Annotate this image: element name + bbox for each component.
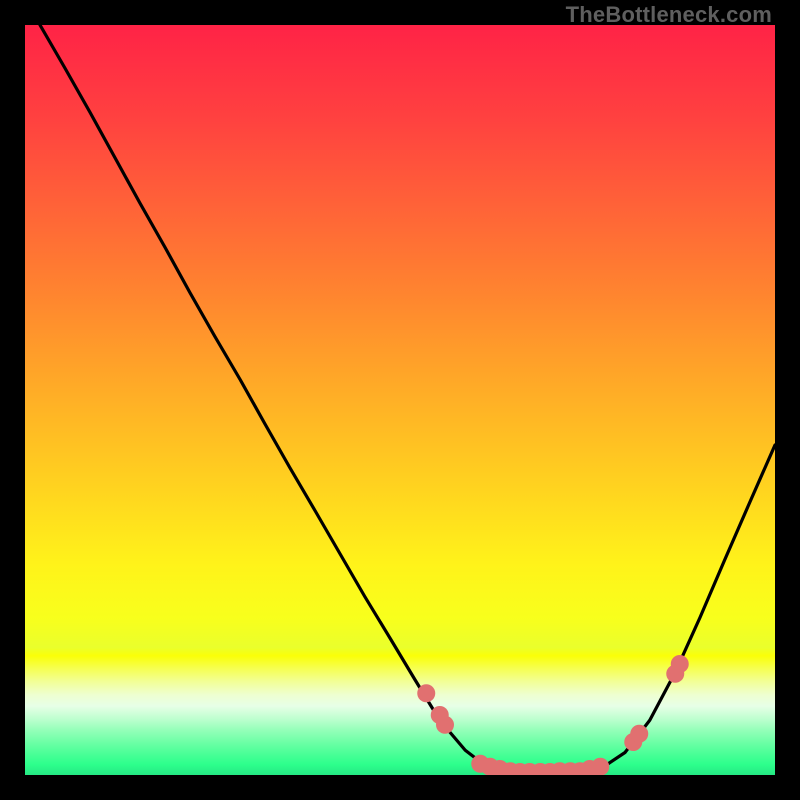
optimal-marker (436, 716, 454, 734)
optimal-marker (591, 758, 609, 775)
optimal-marker (417, 684, 435, 702)
chart-background (25, 25, 775, 775)
optimal-marker (630, 725, 648, 743)
chart-frame (25, 25, 775, 775)
bottleneck-chart (25, 25, 775, 775)
optimal-marker (671, 655, 689, 673)
